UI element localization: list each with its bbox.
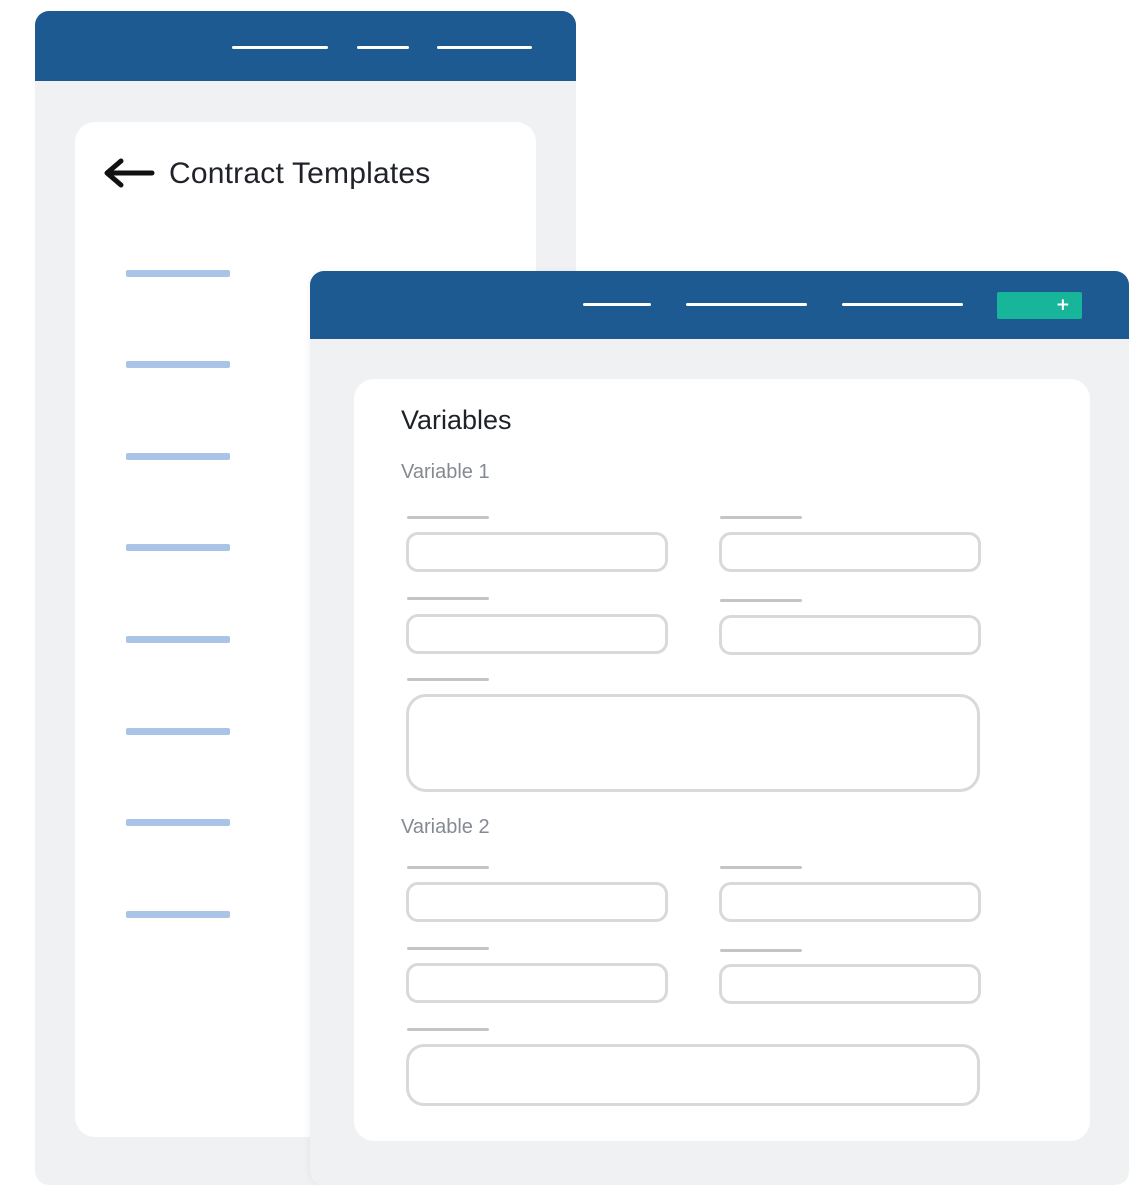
variables-card: Variables Variable 1 Variable 2 xyxy=(354,379,1090,1141)
variable-1-field-2[interactable] xyxy=(719,532,981,572)
section-title: Variables xyxy=(401,405,512,435)
field-label xyxy=(720,599,802,602)
field-label xyxy=(720,516,802,519)
field-label xyxy=(720,949,802,952)
field-label xyxy=(407,866,489,869)
front-window-titlebar: + xyxy=(310,271,1129,339)
template-list-item[interactable] xyxy=(126,819,230,826)
field-label xyxy=(407,1028,489,1031)
back-window-titlebar xyxy=(35,11,576,81)
front-nav-item-2[interactable] xyxy=(686,303,807,306)
field-label xyxy=(407,597,489,600)
template-list-item[interactable] xyxy=(126,544,230,551)
back-nav-item-1[interactable] xyxy=(232,46,328,49)
front-nav-item-1[interactable] xyxy=(583,303,651,306)
field-label xyxy=(407,678,489,681)
template-list-item[interactable] xyxy=(126,361,230,368)
variable-2-wide-field[interactable] xyxy=(406,1044,980,1106)
variable-1-field-4[interactable] xyxy=(719,615,981,655)
back-arrow-icon[interactable] xyxy=(103,158,155,188)
variable-2-field-3[interactable] xyxy=(406,963,668,1003)
variable-2-heading: Variable 2 xyxy=(401,816,490,838)
add-button[interactable]: + xyxy=(997,292,1082,319)
template-list-item[interactable] xyxy=(126,636,230,643)
front-nav-item-3[interactable] xyxy=(842,303,963,306)
back-nav-item-3[interactable] xyxy=(437,46,532,49)
variable-2-field-1[interactable] xyxy=(406,882,668,922)
variable-1-textarea[interactable] xyxy=(406,694,980,792)
field-label xyxy=(407,516,489,519)
variable-1-field-1[interactable] xyxy=(406,532,668,572)
template-list-item[interactable] xyxy=(126,270,230,277)
field-label xyxy=(407,947,489,950)
variable-1-heading: Variable 1 xyxy=(401,461,490,483)
template-list-item[interactable] xyxy=(126,911,230,918)
variable-2-field-4[interactable] xyxy=(719,964,981,1004)
plus-icon: + xyxy=(1055,295,1070,315)
page-title: Contract Templates xyxy=(169,157,431,190)
template-list-item[interactable] xyxy=(126,453,230,460)
variable-2-field-2[interactable] xyxy=(719,882,981,922)
variable-1-field-3[interactable] xyxy=(406,614,668,654)
field-label xyxy=(720,866,802,869)
variables-window: + Variables Variable 1 Variable 2 xyxy=(310,271,1129,1185)
template-list-item[interactable] xyxy=(126,728,230,735)
back-nav-item-2[interactable] xyxy=(357,46,409,49)
